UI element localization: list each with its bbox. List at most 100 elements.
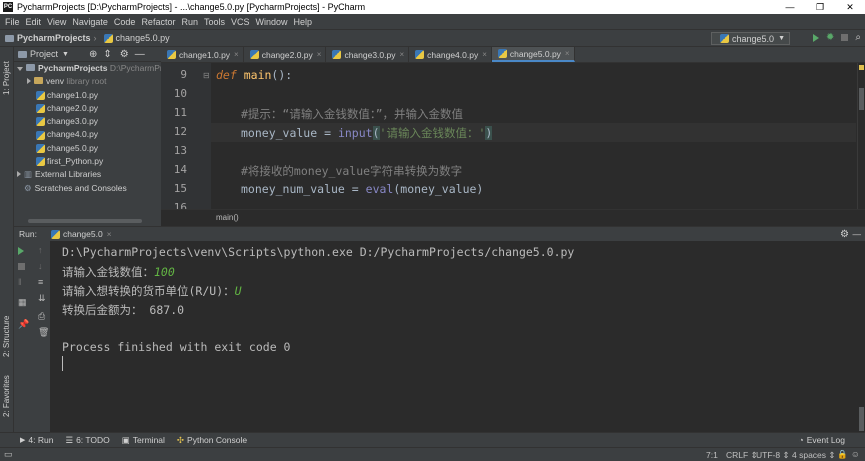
breadcrumb-project[interactable]: PycharmProjects bbox=[0, 33, 91, 43]
run-config-select[interactable]: change5.0 ▼ bbox=[711, 32, 790, 45]
tab-change1[interactable]: change1.0.py × bbox=[161, 47, 244, 62]
close-icon[interactable]: × bbox=[399, 50, 404, 59]
gear-icon[interactable]: ⚙ bbox=[840, 229, 849, 240]
print-icon[interactable]: ⎙ bbox=[38, 311, 48, 321]
console-scrollbar[interactable] bbox=[858, 241, 865, 432]
close-icon[interactable]: × bbox=[107, 229, 112, 239]
soft-wrap-icon[interactable]: ≡ bbox=[38, 277, 48, 287]
menu-help[interactable]: Help bbox=[291, 17, 316, 27]
menu-file[interactable]: File bbox=[2, 17, 23, 27]
tool-python-console[interactable]: ✣ Python Console bbox=[177, 435, 247, 446]
tree-external-libraries[interactable]: ▥ External Libraries bbox=[14, 168, 161, 181]
breadcrumb-file[interactable]: change5.0.py bbox=[100, 33, 170, 43]
stop-icon[interactable] bbox=[841, 34, 849, 41]
tree-venv[interactable]: venv library root bbox=[14, 75, 161, 88]
tool-todo[interactable]: ☰ 6: TODO bbox=[65, 435, 109, 446]
tab-change5[interactable]: change5.0.py × bbox=[491, 47, 575, 62]
close-icon[interactable]: × bbox=[317, 50, 322, 59]
menu-vcs[interactable]: VCS bbox=[228, 17, 253, 27]
run-toolbar: ↑ ↓ ‖ ≡ ▦ ⇊ 📌 ⎙ 🗑 bbox=[14, 241, 50, 432]
python-file-icon bbox=[36, 90, 45, 100]
navigation-bar: PycharmProjects › change5.0.py change5.0… bbox=[0, 29, 865, 47]
expand-arrow-icon[interactable] bbox=[17, 171, 21, 178]
line-number: 10 bbox=[173, 87, 187, 100]
tree-file[interactable]: first_Python.py bbox=[14, 155, 161, 168]
expand-arrow-icon[interactable] bbox=[27, 78, 31, 85]
menu-tools[interactable]: Tools bbox=[201, 17, 228, 27]
trash-icon[interactable]: 🗑 bbox=[38, 327, 49, 337]
toggle-tool-windows-icon[interactable]: ▭ bbox=[4, 449, 13, 460]
search-icon[interactable]: ⌕ bbox=[855, 32, 861, 43]
collapse-icon[interactable]: ⇕ bbox=[103, 49, 111, 60]
console-line: D:\PycharmProjects\venv\Scripts\python.e… bbox=[62, 245, 575, 259]
tree-file[interactable]: change4.0.py bbox=[14, 128, 161, 141]
run-config-tab[interactable]: change5.0 bbox=[63, 229, 103, 239]
fold-icon[interactable]: ⊟ bbox=[203, 71, 210, 80]
close-icon[interactable]: × bbox=[482, 50, 487, 59]
project-tool-tab[interactable]: 1: Project bbox=[2, 61, 11, 95]
tree-scratches[interactable]: ⚙ Scratches and Consoles bbox=[14, 182, 161, 195]
chevron-right-icon: › bbox=[93, 33, 97, 43]
minimize-button[interactable]: — bbox=[775, 0, 805, 14]
scroll-thumb[interactable] bbox=[859, 407, 864, 431]
folder-icon bbox=[5, 34, 14, 42]
event-log-button[interactable]: ◔ Event Log bbox=[799, 435, 845, 445]
title-bar: PC PycharmProjects [D:\PycharmProjects] … bbox=[0, 0, 865, 14]
tree-root[interactable]: PycharmProjects D:\PycharmProjects bbox=[14, 62, 161, 75]
pause-icon[interactable]: ‖ bbox=[18, 277, 28, 287]
line-number: 9 bbox=[180, 68, 187, 81]
scratches-icon: ⚙ bbox=[24, 182, 32, 193]
close-icon[interactable]: × bbox=[565, 49, 570, 58]
target-icon[interactable]: ⊕ bbox=[89, 49, 97, 60]
debug-icon[interactable]: ✹ bbox=[826, 32, 834, 43]
file-encoding[interactable]: UTF-8 ⇕ bbox=[756, 450, 790, 461]
close-window-button[interactable]: ✕ bbox=[835, 0, 865, 14]
line-separator[interactable]: CRLF ⇕ bbox=[726, 450, 758, 461]
code-breadcrumb[interactable]: main() bbox=[161, 209, 865, 225]
tree-file[interactable]: change3.0.py bbox=[14, 115, 161, 128]
up-arrow-icon[interactable]: ↑ bbox=[38, 245, 48, 255]
chevron-down-icon[interactable]: ▼ bbox=[62, 51, 69, 58]
scroll-thumb[interactable] bbox=[859, 88, 864, 110]
editor-scrollbar[interactable] bbox=[857, 63, 865, 209]
tree-file[interactable]: change2.0.py bbox=[14, 102, 161, 115]
tree-file[interactable]: change5.0.py bbox=[14, 142, 161, 155]
menu-window[interactable]: Window bbox=[253, 17, 291, 27]
tool-terminal[interactable]: ▣ Terminal bbox=[122, 435, 165, 446]
structure-tool-tab[interactable]: 2: Structure bbox=[2, 316, 11, 357]
tree-file[interactable]: change1.0.py bbox=[14, 89, 161, 102]
menu-run[interactable]: Run bbox=[178, 17, 201, 27]
tab-change4[interactable]: change4.0.py × bbox=[409, 47, 492, 62]
tool-run[interactable]: ▶ 4: Run bbox=[20, 435, 53, 445]
gear-icon[interactable]: ⚙ bbox=[120, 49, 129, 60]
down-arrow-icon[interactable]: ↓ bbox=[38, 261, 48, 271]
layout-icon[interactable]: ▦ bbox=[18, 297, 28, 307]
indent-setting[interactable]: 4 spaces ⇕ bbox=[792, 450, 836, 461]
inspector-icon[interactable]: ☺ bbox=[851, 449, 860, 459]
rerun-icon[interactable] bbox=[18, 247, 28, 255]
code-editor[interactable]: def main(): #提示：“请输入金钱数值：”，并输入金数值 money_… bbox=[211, 63, 856, 209]
lock-icon[interactable]: 🔒 bbox=[837, 449, 848, 460]
text-cursor bbox=[62, 356, 63, 371]
inspection-indicator-icon[interactable] bbox=[859, 65, 864, 70]
menu-refactor[interactable]: Refactor bbox=[138, 17, 178, 27]
tab-change2[interactable]: change2.0.py × bbox=[244, 47, 327, 62]
caret-position[interactable]: 7:1 bbox=[706, 450, 718, 460]
run-icon[interactable] bbox=[813, 33, 819, 42]
project-panel-scrollbar[interactable] bbox=[28, 219, 142, 223]
expand-arrow-icon[interactable] bbox=[17, 67, 23, 71]
scroll-to-end-icon[interactable]: ⇊ bbox=[38, 293, 48, 303]
hide-icon[interactable]: — bbox=[135, 49, 145, 60]
console-output[interactable]: D:\PycharmProjects\venv\Scripts\python.e… bbox=[50, 241, 858, 432]
favorites-tool-tab[interactable]: 2: Favorites bbox=[2, 375, 11, 417]
menu-edit[interactable]: Edit bbox=[23, 17, 45, 27]
menu-code[interactable]: Code bbox=[111, 17, 139, 27]
tab-change3[interactable]: change3.0.py × bbox=[326, 47, 410, 62]
menu-navigate[interactable]: Navigate bbox=[69, 17, 111, 27]
stop-icon[interactable] bbox=[18, 263, 25, 270]
hide-icon[interactable]: — bbox=[853, 229, 862, 239]
pin-icon[interactable]: 📌 bbox=[18, 319, 29, 329]
menu-view[interactable]: View bbox=[44, 17, 69, 27]
maximize-button[interactable]: ❐ bbox=[805, 0, 835, 14]
close-icon[interactable]: × bbox=[234, 50, 239, 59]
